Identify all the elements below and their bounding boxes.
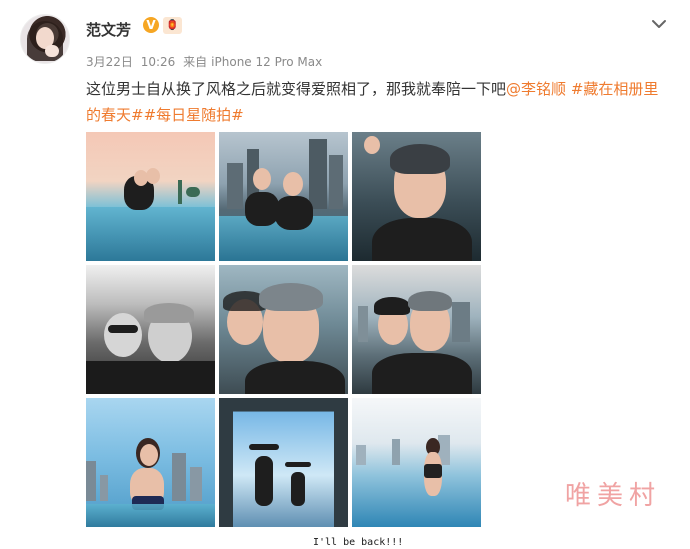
post-source-prefix: 来自 bbox=[183, 55, 208, 69]
watermark: 唯美村 bbox=[565, 481, 662, 511]
photo-thumbnail[interactable] bbox=[352, 132, 481, 261]
chevron-down-icon[interactable] bbox=[649, 14, 669, 34]
level-badge-icon: 🏮 bbox=[163, 17, 182, 34]
mention-link[interactable]: @李铭顺 bbox=[506, 80, 566, 98]
verified-v-icon: V bbox=[143, 17, 159, 33]
photo-thumbnail[interactable] bbox=[352, 265, 481, 394]
photo-thumbnail[interactable] bbox=[86, 265, 215, 394]
post-source-device: iPhone 12 Pro Max bbox=[211, 55, 323, 69]
post-meta: 3月22日 10:26 来自 iPhone 12 Pro Max bbox=[86, 53, 326, 70]
photo-thumbnail[interactable] bbox=[86, 398, 215, 527]
photo-thumbnail[interactable] bbox=[219, 132, 348, 261]
post-main-text: 这位男士自从换了风格之后就变得爱照相了，那我就奉陪一下吧 bbox=[86, 80, 507, 98]
photo-thumbnail[interactable] bbox=[219, 398, 348, 527]
avatar-hand bbox=[45, 45, 59, 57]
photo-thumbnail[interactable] bbox=[219, 265, 348, 394]
post-text: 这位男士自从换了风格之后就变得爱照相了，那我就奉陪一下吧@李铭顺 #藏在相册里的… bbox=[86, 76, 661, 128]
avatar[interactable] bbox=[20, 14, 70, 64]
photo-thumbnail[interactable] bbox=[352, 398, 481, 527]
photo-thumbnail[interactable] bbox=[86, 132, 215, 261]
hashtag-link[interactable]: #每日星随拍# bbox=[144, 106, 244, 124]
photo-caption: I'll be back!!! bbox=[310, 536, 407, 549]
username[interactable]: 范文芳 bbox=[86, 19, 131, 40]
post-time[interactable]: 10:26 bbox=[141, 55, 176, 69]
post-date[interactable]: 3月22日 bbox=[86, 55, 133, 69]
